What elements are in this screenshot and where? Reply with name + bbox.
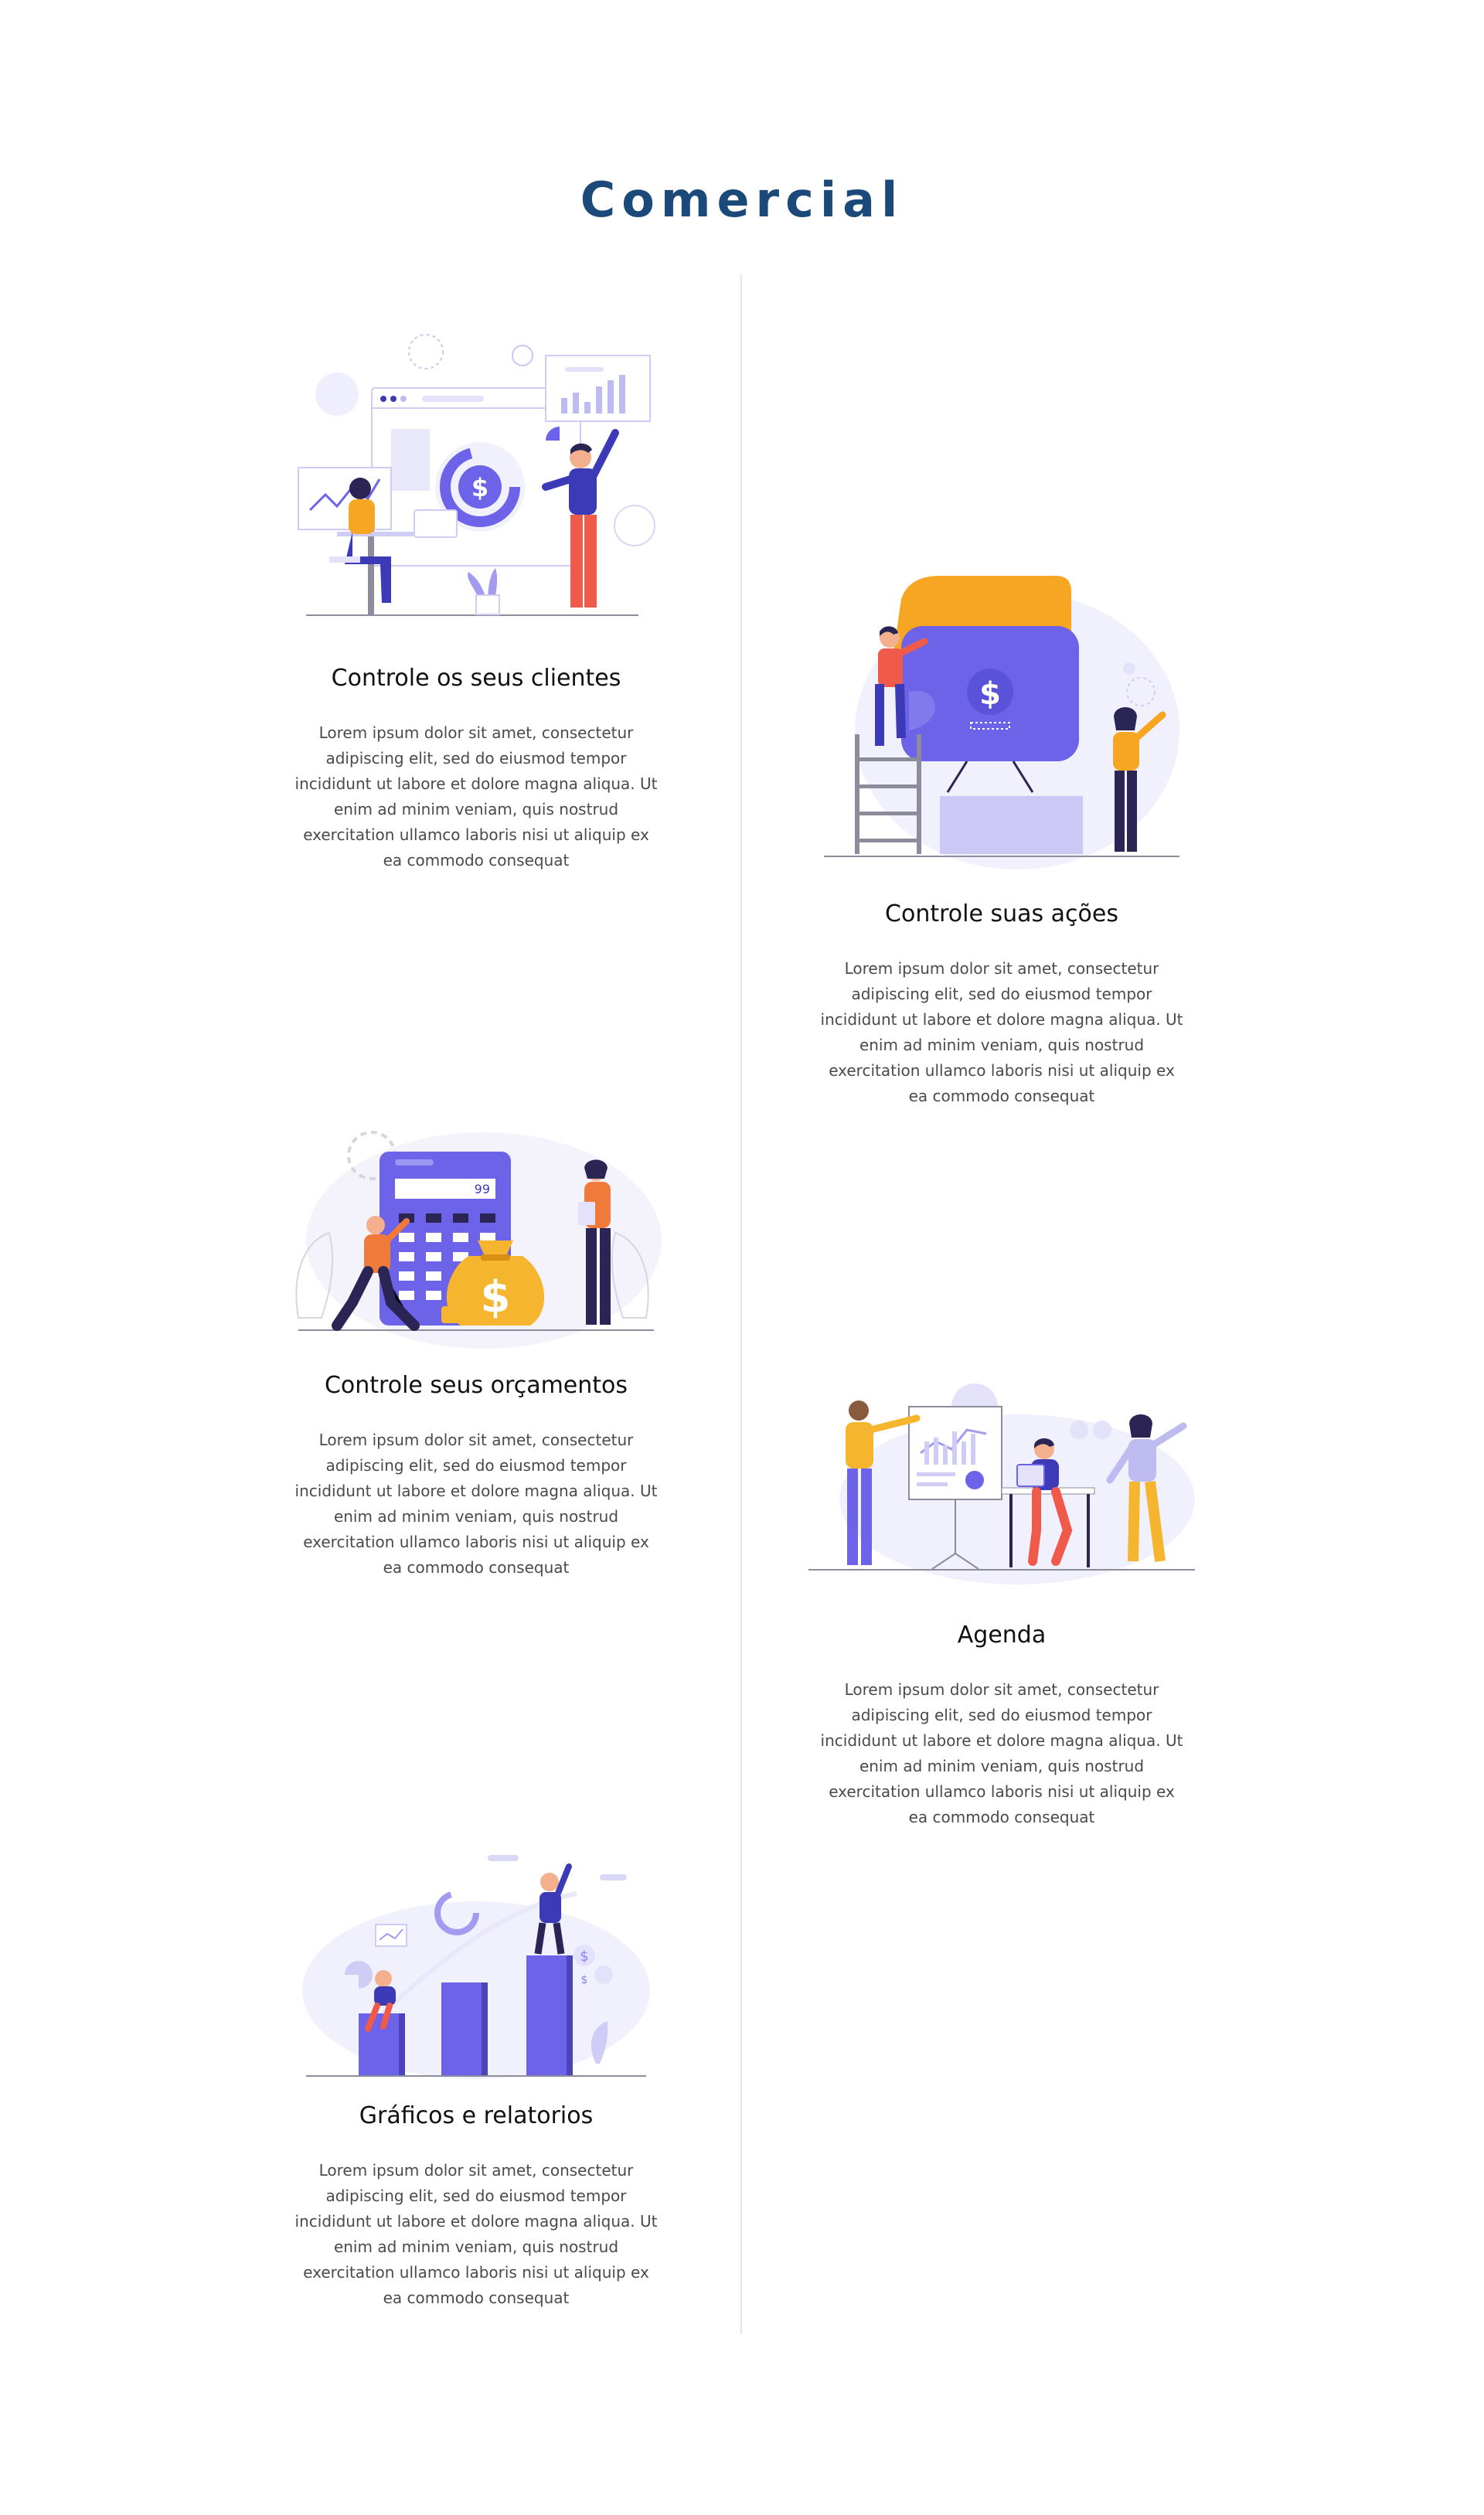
- feature-description: Lorem ipsum dolor sit amet, consectetur …: [294, 2161, 658, 2307]
- section-title: Comercial: [580, 171, 904, 228]
- feature-title: Controle seus orçamentos: [324, 1372, 628, 1399]
- feature-card-agenda: Agenda Lorem ipsum dolor sit amet, conse…: [801, 1376, 1203, 1830]
- customers-illustration-icon: $: [298, 334, 655, 616]
- svg-text:$: $: [481, 1272, 511, 1322]
- feature-card-acoes: $ Controle suas ações Lorem ipsum dolor …: [801, 568, 1203, 1109]
- feature-title: Controle os seus clientes: [331, 665, 621, 692]
- calculator-display: 99: [475, 1182, 490, 1196]
- feature-title: Gráficos e relatorios: [359, 2102, 594, 2129]
- reports-illustration-icon: $ $: [302, 1855, 650, 2079]
- actions-illustration-icon: $: [824, 576, 1179, 870]
- feature-description: Lorem ipsum dolor sit amet, consectetur …: [294, 1431, 658, 1577]
- schedule-illustration-icon: [808, 1383, 1195, 1584]
- budget-illustration-icon: 99 $: [295, 1131, 662, 1349]
- feature-title: Agenda: [957, 1622, 1047, 1649]
- feature-description: Lorem ipsum dolor sit amet, consectetur …: [294, 723, 658, 870]
- svg-text:$: $: [471, 473, 488, 502]
- feature-card-orcamentos: 99 $ Controle seus orçamentos Lorem ipsu…: [275, 1117, 677, 1581]
- feature-description: Lorem ipsum dolor sit amet, consectetur …: [820, 959, 1183, 1105]
- svg-text:$: $: [580, 1948, 588, 1965]
- feature-card-graficos: $ $ Gráficos e relatorios Lorem ipsum do…: [275, 1847, 677, 2311]
- feature-description: Lorem ipsum dolor sit amet, consectetur …: [820, 1680, 1183, 1826]
- svg-text:$: $: [979, 676, 1001, 712]
- feature-title: Controle suas ações: [885, 900, 1118, 927]
- feature-card-clientes: $ Controle os seus clientes Lorem ipsum …: [275, 325, 677, 873]
- column-divider: [740, 274, 742, 2334]
- svg-text:$: $: [581, 1974, 588, 1986]
